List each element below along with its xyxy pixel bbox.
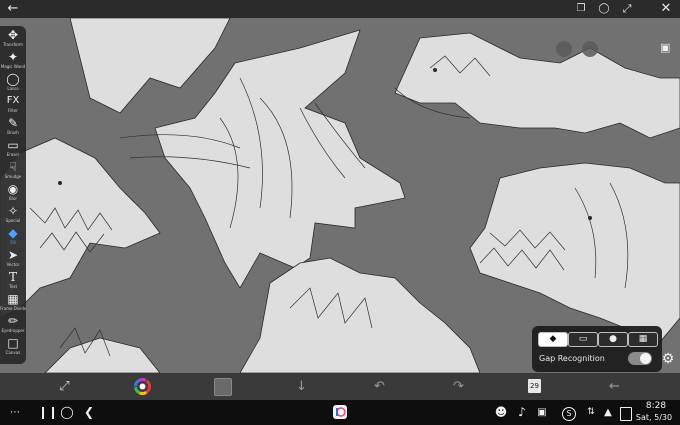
gear-icon[interactable]: ⚙ xyxy=(660,351,676,367)
quick-bar: ⤢ ↓ ↶ ↷ 29 ← xyxy=(0,373,680,400)
brush-icon: ✎ xyxy=(7,116,19,130)
ibispaint-logo xyxy=(336,407,346,417)
pattern-icon: ▦ xyxy=(638,334,648,344)
clock-date: Sat, 5/30 xyxy=(635,413,673,422)
move-icon: ✥ xyxy=(7,28,19,42)
clock-time: 8:28 xyxy=(645,401,667,411)
down-arrow-icon[interactable]: ↓ xyxy=(293,378,310,395)
layers-button[interactable]: 29 xyxy=(528,379,541,393)
color-wheel-button[interactable] xyxy=(134,378,151,395)
text-icon: T xyxy=(8,270,17,284)
reference-window-icon[interactable]: ▣ xyxy=(660,42,672,54)
frame-icon: ▦ xyxy=(7,292,19,306)
recents-icon[interactable]: ❙❙ xyxy=(38,404,58,421)
vector-icon: ➤ xyxy=(7,248,19,262)
undo-icon[interactable]: ↶ xyxy=(371,378,388,395)
eraser-icon: ▭ xyxy=(7,138,19,152)
color-wheel-icon xyxy=(134,378,151,395)
fill-mode-icon[interactable]: ⤢ xyxy=(56,378,73,395)
eyedropper-icon: ✏ xyxy=(7,314,19,328)
mute-icon[interactable]: ♪ xyxy=(515,404,529,421)
redo-icon[interactable]: ↷ xyxy=(450,378,467,395)
magic-wand-icon: ✦ xyxy=(7,50,19,64)
close-icon[interactable]: ✕ xyxy=(658,1,674,17)
fill-mode-bucket[interactable]: ◆ xyxy=(538,332,568,347)
toggle-knob xyxy=(640,353,651,364)
back-icon[interactable]: ← xyxy=(606,378,623,395)
accessibility-icon[interactable]: ☻ xyxy=(494,404,508,421)
data-icon: ⇅ xyxy=(587,407,595,417)
special-icon: ✧ xyxy=(7,204,19,218)
home-icon[interactable]: ◯ xyxy=(60,404,74,421)
drop-icon: ◉ xyxy=(7,182,19,196)
canvas-option-button[interactable] xyxy=(582,41,598,57)
apps-icon[interactable]: ⋯ xyxy=(8,404,22,421)
fill-mode-eraser[interactable]: ▭ xyxy=(568,332,598,347)
ibispaint-icon[interactable] xyxy=(333,405,347,419)
lasso-icon: ◯ xyxy=(6,72,20,86)
gap-recognition-toggle[interactable] xyxy=(628,352,652,365)
system-navigation-bar: ⋯ ❙❙ ◯ ❮ ☻ ♪ ▣ S ⇅ ▲ 8:28 Sat, 5/30 xyxy=(0,400,680,425)
bucket-icon: ◆ xyxy=(549,334,557,344)
back-arrow-icon[interactable]: ← xyxy=(5,1,21,17)
tool-selection-bar: ✥ Transform ✦ Magic Wand ◯ Lasso FX Filter ✎… xyxy=(0,26,26,364)
fullscreen-icon[interactable]: ⤢ xyxy=(619,1,635,17)
color-swatch[interactable] xyxy=(214,378,232,396)
wifi-icon: ▲ xyxy=(604,407,612,418)
layers-window-icon[interactable]: ❐ xyxy=(573,1,589,17)
fill-mode-pattern[interactable]: ▦ xyxy=(628,332,658,347)
fill-tool-panel: ◆ ▭ ● ▦ Gap Recognition xyxy=(532,326,662,372)
fill-mode-dot[interactable]: ● xyxy=(598,332,628,347)
pin-icon[interactable]: ◯ xyxy=(596,1,612,17)
layer-count: 29 xyxy=(530,382,539,390)
canvas-toggle-button[interactable] xyxy=(556,41,572,57)
canvas-icon: □ xyxy=(7,336,19,350)
fill-icon: ◆ xyxy=(8,226,18,240)
back-nav-icon[interactable]: ❮ xyxy=(82,404,96,421)
fx-icon: FX xyxy=(6,95,20,106)
top-bar: ← ❐ ◯ ⤢ ✕ xyxy=(0,0,680,18)
gap-recognition-label: Gap Recognition xyxy=(539,354,605,363)
smudge-icon: ☟ xyxy=(9,160,17,174)
screenshot-icon[interactable]: ▣ xyxy=(535,404,549,421)
eraser-icon: ▭ xyxy=(578,334,588,344)
s-icon: S xyxy=(562,407,576,421)
drawing-canvas[interactable]: ▣ xyxy=(0,18,680,373)
tool-canvas[interactable]: □ Canvas xyxy=(0,336,26,364)
dot-icon: ● xyxy=(609,334,617,344)
line-art xyxy=(0,18,680,373)
